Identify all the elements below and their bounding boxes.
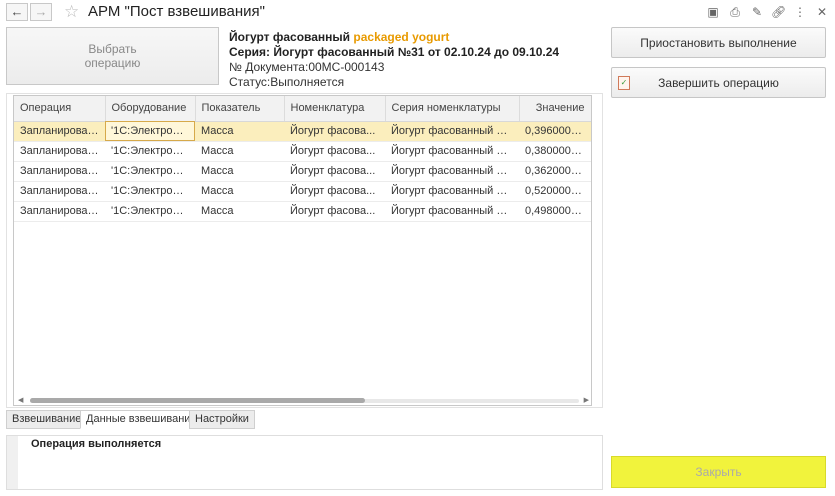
cell-nomenclature: Йогурт фасова... — [284, 161, 385, 182]
col-header-equipment[interactable]: Оборудование — [105, 96, 196, 122]
cell-nomenclature: Йогурт фасова... — [284, 181, 385, 202]
select-operation-label-line2: операцию — [84, 56, 141, 70]
table-row[interactable]: Запланированн... '1С:Электронн... Масса … — [14, 201, 591, 222]
cell-equipment: '1С:Электронн... — [105, 161, 195, 182]
series-line: Серия: Йогурт фасованный №31 от 02.10.24… — [229, 45, 560, 59]
cell-operation: Запланированн... — [14, 161, 105, 182]
col-header-operation[interactable]: Операция — [14, 96, 106, 122]
favorite-star-icon[interactable]: ☆ — [64, 2, 79, 22]
cell-value: 0,498000000 — [519, 201, 591, 222]
scroll-left-icon[interactable]: ◀ — [18, 396, 23, 405]
cell-equipment: '1С:Электронн... — [105, 121, 195, 142]
col-header-nomenclature[interactable]: Номенклатура — [284, 96, 386, 122]
cell-series: Йогурт фасованный №... — [385, 181, 519, 202]
cell-nomenclature: Йогурт фасова... — [284, 141, 385, 162]
status-side-bar — [7, 436, 18, 489]
cell-nomenclature: Йогурт фасова... — [284, 121, 385, 142]
close-button[interactable]: Закрыть — [611, 456, 826, 488]
table-row[interactable]: Запланированн... '1С:Электронн... Масса … — [14, 181, 591, 202]
table-row[interactable]: Запланированн... '1С:Электронн... Масса … — [14, 161, 591, 182]
edit-icon[interactable]: ✎ — [750, 5, 764, 19]
cell-indicator: Масса — [195, 181, 284, 202]
window-title: АРМ "Пост взвешивания" — [88, 3, 265, 20]
cell-operation: Запланированн... — [14, 121, 105, 142]
status-line: Статус:Выполняется — [229, 75, 345, 89]
link-icon[interactable]: 🔗︎ — [771, 5, 786, 19]
title-bar: ← → ☆ АРМ "Пост взвешивания" ▣ ⎙ ✎ 🔗︎ ⋮ … — [0, 0, 835, 24]
operation-info: Йогурт фасованный packaged yogurt Серия:… — [229, 30, 559, 90]
tab-weighing-data[interactable]: Данные взвешивания — [80, 410, 203, 429]
cell-value: 0,396000000 — [519, 121, 591, 142]
cell-series: Йогурт фасованный №... — [385, 141, 519, 162]
cell-indicator: Масса — [195, 141, 284, 162]
scroll-right-icon[interactable]: ▶ — [584, 396, 589, 405]
back-button[interactable]: ← — [6, 3, 28, 21]
finish-document-icon: ✓ — [618, 76, 630, 90]
cell-indicator: Масса — [195, 121, 284, 142]
cell-indicator: Масса — [195, 201, 284, 222]
tab-settings[interactable]: Настройки — [189, 410, 255, 429]
cell-equipment: '1С:Электронн... — [105, 201, 195, 222]
weighing-table[interactable]: Операция Оборудование Показатель Номенкл… — [13, 95, 592, 406]
table-row[interactable]: Запланированн... '1С:Электронн... Масса … — [14, 121, 591, 142]
table-row[interactable]: Запланированн... '1С:Электронн... Масса … — [14, 141, 591, 162]
cell-value: 0,380000000 — [519, 141, 591, 162]
cell-nomenclature: Йогурт фасова... — [284, 201, 385, 222]
forward-button[interactable]: → — [30, 3, 52, 21]
finish-operation-button[interactable]: ✓ Завершить операцию — [611, 67, 826, 98]
pause-execution-button[interactable]: Приостановить выполнение — [611, 27, 826, 58]
print-icon[interactable]: ⎙ — [728, 5, 742, 19]
col-header-series[interactable]: Серия номенклатуры — [385, 96, 520, 122]
cell-equipment: '1С:Электронн... — [105, 141, 195, 162]
cell-series: Йогурт фасованный №... — [385, 121, 519, 142]
cell-series: Йогурт фасованный №... — [385, 161, 519, 182]
status-panel: Операция выполняется — [6, 435, 603, 490]
select-operation-label-line1: Выбрать — [88, 42, 137, 56]
cell-equipment: '1С:Электронн... — [105, 181, 195, 202]
col-header-value[interactable]: Значение — [519, 96, 591, 122]
more-menu-icon[interactable]: ⋮ — [793, 5, 807, 19]
tab-weighing[interactable]: Взвешивание — [6, 410, 88, 429]
product-line: Йогурт фасованный packaged yogurt — [229, 30, 559, 45]
cell-operation: Запланированн... — [14, 201, 105, 222]
close-button-label: Закрыть — [695, 465, 742, 479]
scroll-thumb[interactable] — [30, 398, 365, 403]
status-message: Операция выполняется — [31, 438, 162, 450]
col-header-indicator[interactable]: Показатель — [195, 96, 285, 122]
cell-operation: Запланированн... — [14, 141, 105, 162]
select-operation-button[interactable]: Выбрать операцию — [6, 27, 219, 85]
save-icon[interactable]: ▣ — [706, 5, 720, 19]
pause-execution-label: Приостановить выполнение — [640, 35, 797, 50]
cell-value: 0,362000000 — [519, 161, 591, 182]
cell-value: 0,520000000 — [519, 181, 591, 202]
cell-indicator: Масса — [195, 161, 284, 182]
document-number: № Документа:00МС-000143 — [229, 60, 385, 74]
horizontal-scrollbar[interactable]: ◀ ▶ — [14, 396, 591, 405]
finish-operation-label: Завершить операцию — [658, 75, 779, 90]
cell-operation: Запланированн... — [14, 181, 105, 202]
table-header-row: Операция Оборудование Показатель Номенкл… — [14, 96, 591, 122]
product-extra: packaged yogurt — [353, 30, 450, 44]
cell-series: Йогурт фасованный №... — [385, 201, 519, 222]
close-window-icon[interactable]: ✕ — [815, 5, 829, 19]
product-name: Йогурт фасованный — [229, 30, 351, 44]
